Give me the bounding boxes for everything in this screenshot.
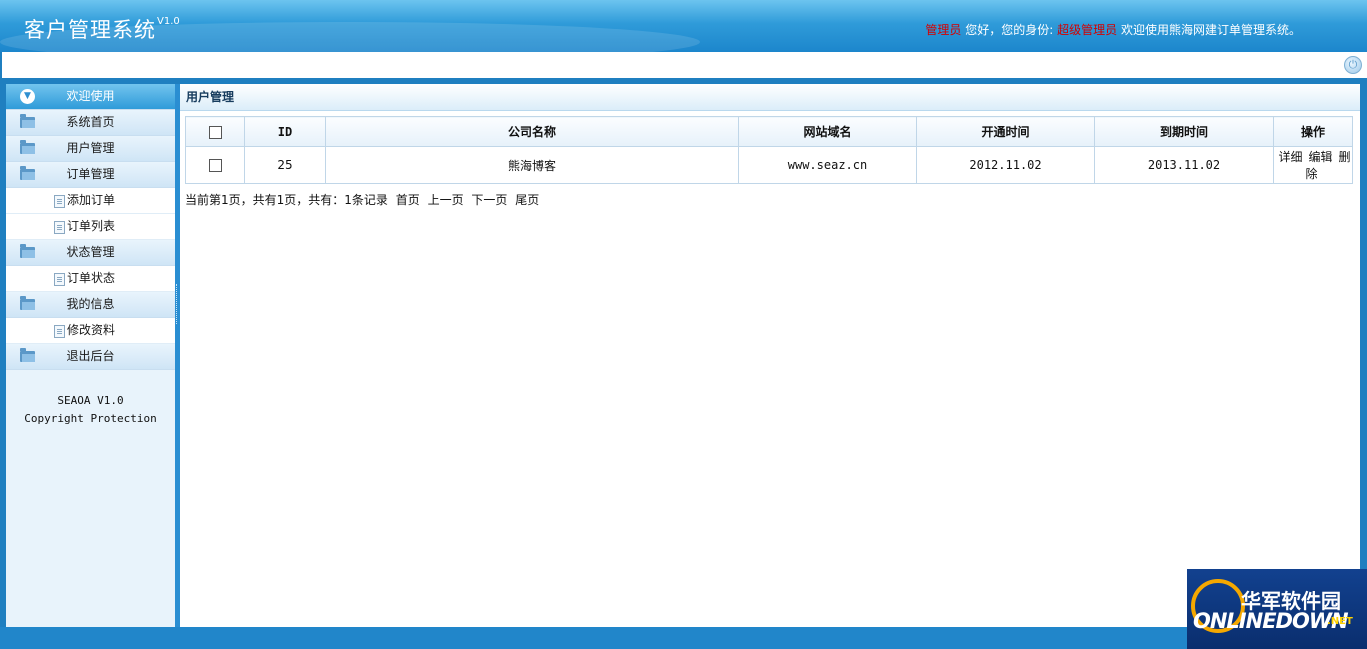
app-footer xyxy=(0,627,1367,649)
column-header-open-date: 开通时间 xyxy=(916,116,1095,147)
sidebar-item-label: 订单状态 xyxy=(67,271,116,285)
table-body: 25 熊海博客 www.seaz.cn 2012.11.02 2013.11.02 详细编… xyxy=(185,146,1353,184)
sidebar-item-label: 订单列表 xyxy=(67,219,116,233)
column-header-actions: 操作 xyxy=(1273,116,1353,147)
cell-open-date: 2012.11.02 xyxy=(916,146,1095,184)
sidebar-sub-item[interactable]: 添加订单 xyxy=(6,188,175,214)
app-version: V1.0 xyxy=(157,16,180,27)
copyright-text: Copyright Protection xyxy=(24,412,157,425)
sidebar-sub-item[interactable]: 修改资料 xyxy=(6,318,175,344)
sidebar-menu-item[interactable]: 我的信息 xyxy=(6,292,175,318)
sidebar-menu-item[interactable]: 退出后台 xyxy=(6,344,175,370)
document-icon xyxy=(54,221,65,234)
sidebar-footer: SEAOA V1.0 Copyright Protection xyxy=(6,392,175,428)
main-content: 用户管理 ID 公司名称 网站域名 开通时间 到期时间 操作 25 熊海博客 www… xyxy=(180,84,1360,627)
document-icon xyxy=(54,195,65,208)
sidebar-item-label: 状态管理 xyxy=(66,245,115,259)
user-table: ID 公司名称 网站域名 开通时间 到期时间 操作 25 熊海博客 www.seaz… xyxy=(185,116,1353,184)
row-select-cell xyxy=(185,146,245,184)
sidebar-item-label: 欢迎使用 xyxy=(66,89,115,103)
welcome-message: 管理员 您好，您的身份: 超级管理员 欢迎使用熊海网建订单管理系统。 xyxy=(925,21,1301,38)
user-identity: 超级管理员 xyxy=(1057,23,1118,37)
document-icon xyxy=(54,325,65,338)
pager-next-link[interactable]: 下一页 xyxy=(471,193,507,207)
cell-id: 25 xyxy=(244,146,326,184)
watermark-net-text: .NET xyxy=(1327,616,1353,627)
app-title: 客户管理系统 xyxy=(24,18,156,42)
edit-link[interactable]: 编辑 xyxy=(1308,150,1332,164)
power-icon[interactable]: ⏻ xyxy=(1344,56,1362,74)
sidebar-item-label: 订单管理 xyxy=(66,167,115,181)
sidebar-sub-item[interactable]: 订单列表 xyxy=(6,214,175,240)
sidebar-item-label: 用户管理 xyxy=(66,141,115,155)
product-version: SEAOA V1.0 xyxy=(57,394,124,407)
sidebar-menu-item[interactable]: ▼ 欢迎使用 xyxy=(6,84,175,110)
sidebar-item-label: 修改资料 xyxy=(67,323,116,337)
sidebar-sub-item[interactable]: 订单状态 xyxy=(6,266,175,292)
sidebar-menu-item[interactable]: 系统首页 xyxy=(6,110,175,136)
toolbar: ⏻ xyxy=(2,52,1367,82)
cell-actions: 详细 编辑 删除 xyxy=(1273,146,1353,184)
select-all-checkbox[interactable] xyxy=(208,125,222,139)
cell-expire-date: 2013.11.02 xyxy=(1094,146,1274,184)
app-header: 客户管理系统 V1.0 管理员 您好，您的身份: 超级管理员 欢迎使用熊海网建订… xyxy=(0,0,1367,62)
watermark-logo: 华军软件园 ONLINEDOWN .NET xyxy=(1187,569,1367,649)
column-header-expire-date: 到期时间 xyxy=(1094,116,1274,147)
pager-info: 当前第1页，共有1页，共有：1条记录 xyxy=(185,193,388,207)
select-all-cell xyxy=(185,116,245,147)
detail-link[interactable]: 详细 xyxy=(1278,150,1302,164)
pager: 当前第1页，共有1页，共有：1条记录 首页 上一页 下一页 尾页 xyxy=(185,191,543,208)
document-icon xyxy=(54,273,65,286)
sidebar-item-label: 系统首页 xyxy=(66,115,115,129)
sidebar-item-label: 添加订单 xyxy=(67,193,116,207)
sidebar-menu-item[interactable]: 状态管理 xyxy=(6,240,175,266)
welcome-text: 欢迎使用熊海网建订单管理系统。 xyxy=(1120,23,1301,37)
column-header-id: ID xyxy=(244,116,326,147)
cell-domain: www.seaz.cn xyxy=(738,146,917,184)
watermark-en-text: ONLINEDOWN xyxy=(1193,609,1349,633)
pager-last-link[interactable]: 尾页 xyxy=(515,193,539,207)
sidebar-menu-item[interactable]: 订单管理 xyxy=(6,162,175,188)
table-header-row: ID 公司名称 网站域名 开通时间 到期时间 操作 xyxy=(185,116,1353,147)
sidebar: ▼ 欢迎使用系统首页用户管理订单管理添加订单订单列表状态管理订单状态我的信息修改资… xyxy=(6,84,176,627)
greeting-text: 您好，您的身份: xyxy=(965,23,1054,37)
user-role-name: 管理员 xyxy=(925,23,962,37)
column-header-domain: 网站域名 xyxy=(738,116,917,147)
cell-company: 熊海博客 xyxy=(325,146,739,184)
sidebar-menu-item[interactable]: 用户管理 xyxy=(6,136,175,162)
sidebar-menu: ▼ 欢迎使用系统首页用户管理订单管理添加订单订单列表状态管理订单状态我的信息修改资… xyxy=(6,84,175,370)
row-checkbox[interactable] xyxy=(208,159,222,172)
sidebar-item-label: 退出后台 xyxy=(66,349,115,363)
pager-prev-link[interactable]: 上一页 xyxy=(428,193,464,207)
page-title: 用户管理 xyxy=(180,84,1360,111)
column-header-company: 公司名称 xyxy=(325,116,739,147)
pager-first-link[interactable]: 首页 xyxy=(396,193,420,207)
sidebar-item-label: 我的信息 xyxy=(66,297,115,311)
table-row: 25 熊海博客 www.seaz.cn 2012.11.02 2013.11.02 详细编… xyxy=(185,146,1353,184)
